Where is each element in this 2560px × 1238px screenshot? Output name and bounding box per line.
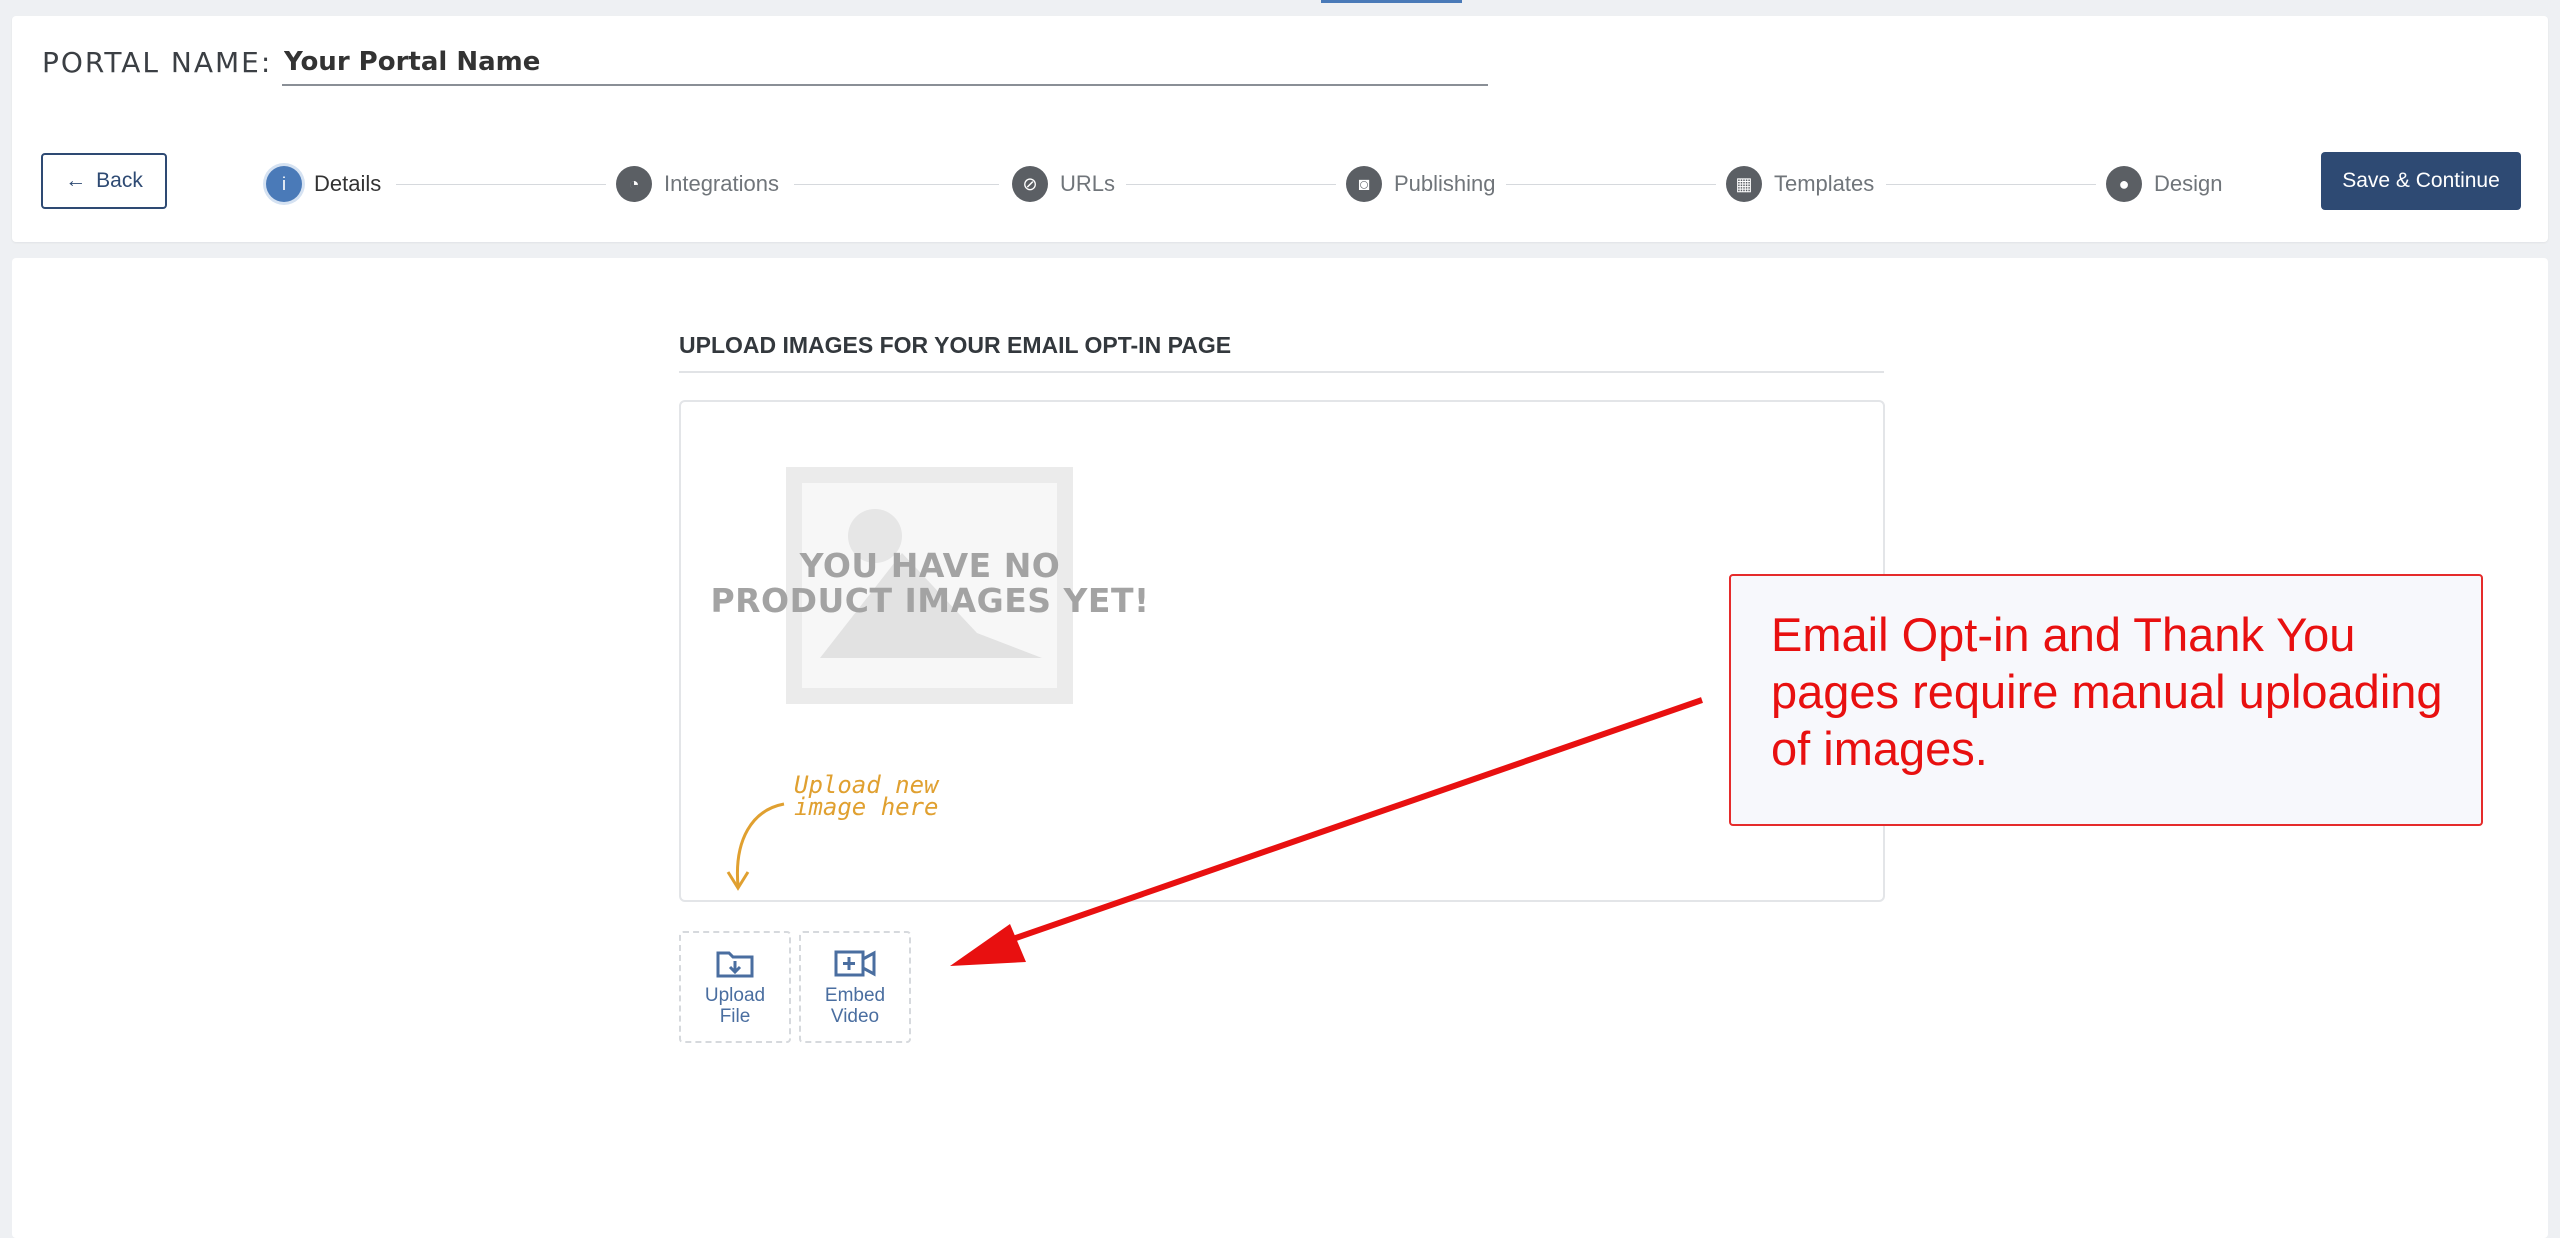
embed-video-button[interactable]: Embed Video bbox=[799, 931, 911, 1043]
callout-line: Email Opt-in and Thank You bbox=[1771, 608, 2356, 661]
step-label: Design bbox=[2154, 171, 2223, 196]
folder-download-icon bbox=[716, 951, 754, 978]
video-add-icon bbox=[834, 950, 876, 977]
step-connector bbox=[396, 184, 606, 185]
empty-state-line: YOU HAVE NO bbox=[799, 546, 1061, 585]
wizard-stepper: i Details ◔ Integrations ⊘ URLs ◙ Publis… bbox=[266, 166, 2276, 206]
step-label: Details bbox=[314, 171, 382, 196]
hint-arrow-icon bbox=[726, 802, 785, 891]
tool-label-line: Embed bbox=[824, 985, 886, 1006]
step-label: Integrations bbox=[664, 171, 779, 196]
step-connector bbox=[1886, 184, 2096, 185]
portal-name-label: PORTAL NAME: bbox=[42, 46, 273, 79]
portal-name-input[interactable] bbox=[282, 40, 1488, 86]
empty-state-message: YOU HAVE NO PRODUCT IMAGES YET! bbox=[700, 548, 1160, 618]
step-integrations[interactable]: ◔ Integrations bbox=[616, 166, 779, 202]
step-connector bbox=[1126, 184, 1336, 185]
upload-hint: Upload new image here bbox=[794, 773, 974, 821]
arrow-left-icon: ← bbox=[65, 169, 87, 192]
callout-line: pages require manual uploading bbox=[1771, 665, 2443, 718]
step-publishing[interactable]: ◙ Publishing bbox=[1346, 166, 1496, 202]
step-label: Templates bbox=[1774, 171, 1875, 196]
upload-file-label: Upload File bbox=[685, 985, 785, 1027]
hint-line: image here bbox=[794, 793, 939, 821]
top-tab-indicator bbox=[1321, 0, 1462, 3]
tool-label-line: File bbox=[719, 1006, 751, 1027]
tool-label-line: Upload bbox=[704, 985, 766, 1006]
step-label: URLs bbox=[1060, 171, 1116, 196]
step-urls[interactable]: ⊘ URLs bbox=[1012, 166, 1115, 202]
info-icon: i bbox=[266, 166, 302, 202]
step-templates[interactable]: ▦ Templates bbox=[1726, 166, 1874, 202]
publish-icon: ◙ bbox=[1346, 166, 1382, 202]
empty-state-line: PRODUCT IMAGES YET! bbox=[710, 581, 1150, 620]
link-icon: ⊘ bbox=[1012, 166, 1048, 202]
templates-icon: ▦ bbox=[1726, 166, 1762, 202]
step-label: Publishing bbox=[1394, 171, 1496, 196]
step-details[interactable]: i Details bbox=[266, 166, 381, 202]
upload-file-button[interactable]: Upload File bbox=[679, 931, 791, 1043]
step-connector bbox=[1506, 184, 1716, 185]
pie-chart-icon: ◔ bbox=[616, 166, 652, 202]
step-connector bbox=[794, 184, 999, 185]
back-button[interactable]: ← Back bbox=[41, 153, 167, 209]
callout-line: of images. bbox=[1771, 722, 1988, 775]
section-title: UPLOAD IMAGES FOR YOUR EMAIL OPT-IN PAGE bbox=[679, 332, 1884, 373]
annotation-callout: Email Opt-in and Thank You pages require… bbox=[1729, 574, 2483, 826]
step-design[interactable]: ● Design bbox=[2106, 166, 2222, 202]
tool-label-line: Video bbox=[830, 1006, 880, 1027]
back-button-label: Back bbox=[96, 169, 143, 192]
palette-icon: ● bbox=[2106, 166, 2142, 202]
embed-video-label: Embed Video bbox=[805, 985, 905, 1027]
save-continue-button[interactable]: Save & Continue bbox=[2321, 152, 2521, 210]
